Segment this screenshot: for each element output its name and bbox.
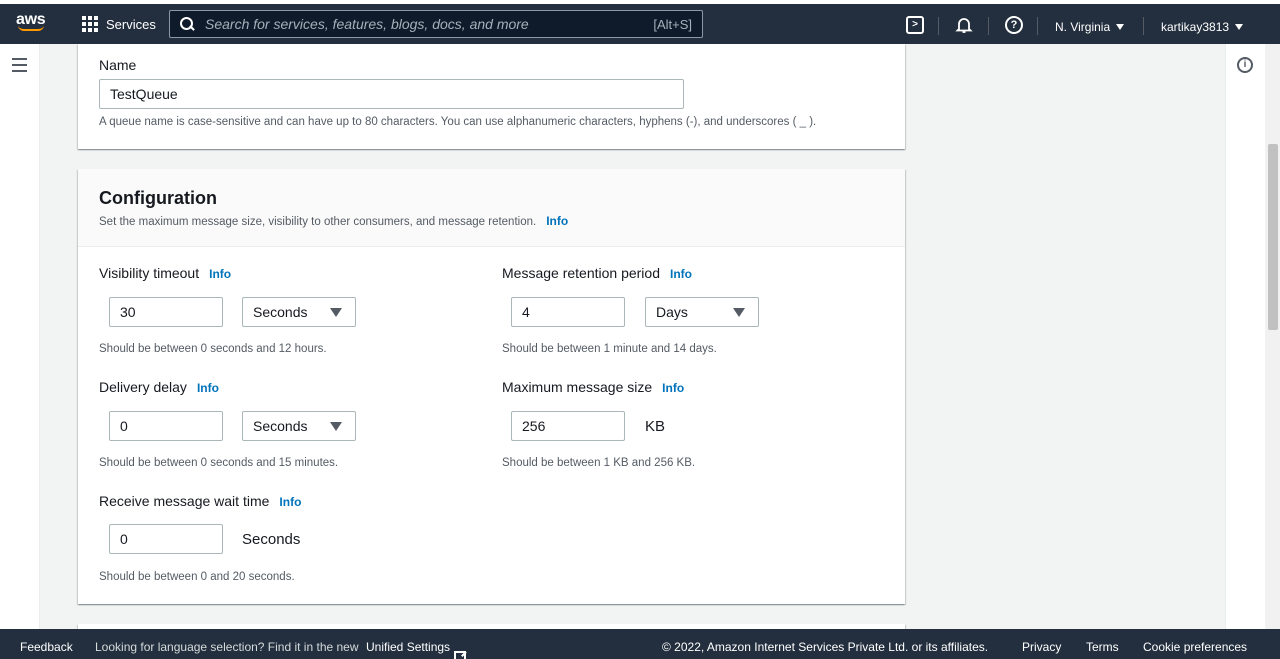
max-message-size-unit: KB [645, 418, 666, 435]
name-label: Name [99, 57, 137, 73]
services-label: Services [106, 16, 156, 32]
delivery-delay-info-link[interactable]: Info [197, 381, 219, 395]
privacy-link[interactable]: Privacy [1022, 640, 1061, 654]
delivery-delay-label: Delivery delay Info [99, 379, 219, 395]
configuration-title: Configuration [99, 188, 217, 208]
feedback-link[interactable]: Feedback [20, 640, 73, 654]
max-message-size-label-text: Maximum message size [502, 379, 653, 395]
nav-divider [988, 17, 989, 35]
configuration-description: Set the maximum message size, visibility… [99, 214, 568, 228]
left-sidebar [0, 44, 40, 629]
receive-wait-time-input[interactable]: 0 [109, 524, 223, 554]
configuration-info-link[interactable]: Info [546, 214, 568, 228]
terms-link[interactable]: Terms [1086, 640, 1119, 654]
configuration-panel: Configuration Set the maximum message si… [78, 169, 905, 604]
top-navigation: aws Services Search for services, featur… [0, 0, 1280, 44]
message-retention-unit-select[interactable]: Days [645, 297, 759, 327]
account-menu[interactable]: kartikay3813 [1161, 20, 1244, 34]
visibility-timeout-help: Should be between 0 seconds and 12 hours… [99, 343, 327, 355]
details-panel: Name TestQueue A queue name is case-sens… [78, 44, 905, 149]
copyright-text: © 2022, Amazon Internet Services Private… [662, 640, 989, 654]
caret-down-icon [1235, 24, 1244, 30]
message-retention-help: Should be between 1 minute and 14 days. [502, 343, 717, 355]
receive-wait-time-label: Receive message wait time Info [99, 493, 301, 509]
search-placeholder: Search for services, features, blogs, do… [205, 16, 529, 32]
account-username: kartikay3813 [1161, 20, 1230, 34]
caret-down-icon [1116, 24, 1125, 30]
max-message-size-info-link[interactable]: Info [662, 381, 684, 395]
nav-divider [1143, 17, 1144, 35]
max-message-size-label: Maximum message size Info [502, 379, 684, 395]
search-shortcut: [Alt+S] [653, 16, 692, 32]
message-retention-label: Message retention period Info [502, 265, 692, 281]
visibility-timeout-input[interactable]: 30 [109, 297, 223, 327]
delivery-delay-help: Should be between 0 seconds and 15 minut… [99, 457, 339, 469]
info-panel-icon[interactable]: i [1237, 57, 1253, 73]
right-tools-panel: i [1225, 44, 1265, 629]
external-link-icon [454, 651, 467, 659]
unified-settings-link[interactable]: Unified Settings [366, 640, 467, 659]
cookie-preferences-link[interactable]: Cookie preferences [1143, 640, 1247, 654]
help-icon[interactable]: ? [1005, 16, 1023, 34]
receive-wait-time-help: Should be between 0 and 20 seconds. [99, 571, 295, 583]
dropdown-arrow-icon [330, 308, 342, 317]
configuration-description-text: Set the maximum message size, visibility… [99, 216, 537, 228]
services-grid-icon [82, 16, 98, 32]
scrollbar-thumb[interactable] [1268, 144, 1278, 330]
region-label: N. Virginia [1055, 20, 1111, 34]
notifications-bell-icon[interactable] [955, 16, 973, 34]
visibility-timeout-unit-select[interactable]: Seconds [242, 297, 356, 327]
language-notice: Looking for language selection? Find it … [95, 640, 359, 654]
console-footer: Feedback Looking for language selection?… [0, 629, 1280, 659]
search-input[interactable]: Search for services, features, blogs, do… [169, 10, 703, 38]
dropdown-arrow-icon [733, 308, 745, 317]
receive-wait-time-label-text: Receive message wait time [99, 493, 270, 509]
message-retention-input[interactable]: 4 [511, 297, 625, 327]
aws-logo-text: aws [16, 11, 46, 28]
receive-wait-time-info-link[interactable]: Info [279, 495, 301, 509]
visibility-timeout-label: Visibility timeout Info [99, 265, 231, 281]
nav-divider [938, 17, 939, 35]
delivery-delay-input[interactable]: 0 [109, 411, 223, 441]
delivery-delay-unit-select[interactable]: Seconds [242, 411, 356, 441]
queue-name-help: A queue name is case-sensitive and can h… [99, 116, 817, 128]
max-message-size-input[interactable]: 256 [511, 411, 625, 441]
message-retention-unit-value: Days [656, 304, 688, 320]
delivery-delay-unit-value: Seconds [253, 418, 308, 434]
cloudshell-icon[interactable]: > [906, 16, 924, 34]
configuration-header: Configuration Set the maximum message si… [78, 169, 905, 247]
dropdown-arrow-icon [330, 422, 342, 431]
region-selector[interactable]: N. Virginia [1055, 20, 1125, 34]
visibility-timeout-info-link[interactable]: Info [209, 267, 231, 281]
aws-logo[interactable]: aws [16, 11, 46, 31]
message-retention-info-link[interactable]: Info [670, 267, 692, 281]
max-message-size-help: Should be between 1 KB and 256 KB. [502, 457, 696, 469]
delivery-delay-label-text: Delivery delay [99, 379, 187, 395]
search-icon [179, 16, 195, 32]
visibility-timeout-unit-value: Seconds [253, 304, 308, 320]
message-retention-label-text: Message retention period [502, 265, 660, 281]
services-menu-button[interactable]: Services [82, 13, 156, 35]
page-scrollbar[interactable] [1266, 44, 1280, 629]
unified-settings-label: Unified Settings [366, 640, 451, 654]
visibility-timeout-label-text: Visibility timeout [99, 265, 200, 281]
nav-divider [1037, 17, 1038, 35]
receive-wait-time-unit: Seconds [242, 531, 301, 548]
queue-name-input[interactable]: TestQueue [99, 79, 684, 109]
menu-hamburger-icon[interactable] [12, 58, 27, 76]
